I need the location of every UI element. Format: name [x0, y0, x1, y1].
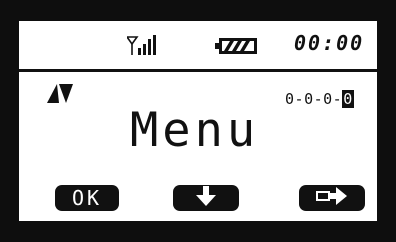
signal-strength-icon [125, 35, 157, 59]
counter-digit: 0 [323, 90, 333, 108]
status-divider [19, 69, 377, 72]
counter-digit: 0 [285, 90, 295, 108]
down-arrow-icon [195, 186, 217, 210]
device-bezel: 00:00 0-0-0-0 Menu OK [0, 0, 396, 242]
down-button[interactable] [173, 185, 239, 211]
counter-digit-selected: 0 [342, 90, 354, 108]
ok-button[interactable]: OK [55, 185, 119, 211]
clock: 00:00 [294, 31, 365, 55]
counter-digit: 0 [304, 90, 314, 108]
battery-icon [215, 38, 257, 58]
lcd-screen: 00:00 0-0-0-0 Menu OK [19, 21, 377, 221]
enter-arrow-icon [316, 187, 348, 209]
status-bar: 00:00 [19, 21, 377, 69]
ok-button-label: OK [71, 186, 103, 210]
menu-title: Menu [130, 103, 260, 158]
position-counter: 0-0-0-0 [285, 90, 354, 108]
up-down-triangle-icon [47, 84, 73, 107]
next-button[interactable] [299, 185, 365, 211]
